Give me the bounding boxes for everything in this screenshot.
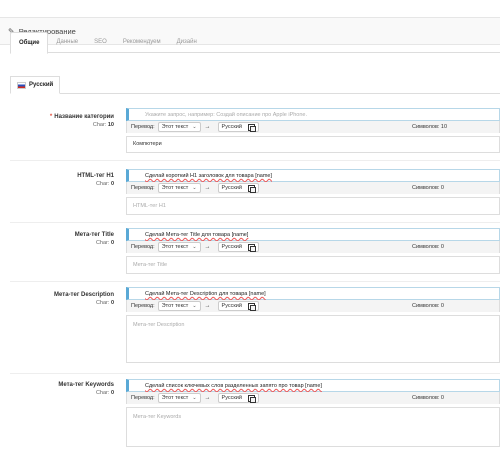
target-select[interactable]: Русский: [217, 242, 259, 252]
copy-icon[interactable]: [247, 123, 257, 132]
source-select[interactable]: Этот текст ⌄: [157, 242, 201, 252]
tab-general[interactable]: Общие: [10, 32, 49, 54]
meta-keywords-textarea[interactable]: Мета-тег Keywords: [126, 407, 500, 447]
field-label: * Название категории Char: 10: [4, 114, 114, 128]
arrow-right-icon: →: [204, 185, 211, 191]
tab-design[interactable]: Дизайн: [169, 32, 205, 52]
target-select[interactable]: Русский: [217, 393, 259, 403]
tab-data[interactable]: Данные: [48, 32, 86, 52]
language-label: Русский: [29, 82, 54, 88]
char-count: Char: 0: [95, 181, 114, 187]
translate-label: Перевод:: [131, 244, 155, 250]
translate-label: Перевод:: [131, 395, 155, 401]
field-row-meta-keywords: Мета-тег Keywords Char: 0 Сделай список …: [10, 376, 500, 450]
source-select[interactable]: Этот текст ⌄: [157, 393, 201, 403]
char-count: Char: 0: [95, 300, 114, 306]
target-select[interactable]: Русский: [217, 301, 259, 311]
arrow-right-icon: →: [204, 124, 211, 130]
arrow-right-icon: →: [204, 244, 211, 250]
chevron-down-icon: ⌄: [192, 244, 197, 250]
field-row-meta-title: Мета-тег Title Char: 0 Сделай Мета-тег T…: [10, 225, 500, 282]
h1-input[interactable]: HTML-тег H1: [126, 197, 500, 215]
symbol-count: Символов: 0: [412, 244, 444, 250]
ai-prompt-input[interactable]: Сделай Мета-тег Title для товара [name]: [126, 228, 500, 241]
field-label: HTML-тег H1 Char: 0: [4, 173, 114, 187]
char-count: Char: 0: [95, 240, 114, 246]
target-select[interactable]: Русский: [217, 183, 259, 193]
required-asterisk: *: [49, 114, 53, 120]
symbol-count: Символов: 0: [412, 395, 444, 401]
field-row-meta-description: Мета-тег Description Char: 0 Сделай Мета…: [10, 284, 500, 374]
translate-toolbar: Перевод: Этот текст ⌄ → Русский Символов:…: [126, 182, 500, 194]
field-label: Мета-тег Description Char: 0: [4, 292, 114, 306]
symbol-count: Символов: 0: [412, 185, 444, 191]
target-select[interactable]: Русский: [217, 122, 259, 132]
meta-title-input[interactable]: Мета-тег Title: [126, 256, 500, 274]
ai-prompt-input[interactable]: Сделай Мета-тег Description для товара […: [126, 287, 500, 300]
tab-language-russian[interactable]: Русский: [10, 76, 61, 94]
symbol-count: Символов: 0: [412, 303, 444, 309]
field-label: Мета-тег Title Char: 0: [4, 232, 114, 246]
char-count: Char: 10: [92, 122, 114, 128]
ai-prompt-input[interactable]: Укажите запрос, например: Создай описани…: [126, 108, 500, 121]
chevron-down-icon: ⌄: [192, 303, 197, 309]
char-count: Char: 0: [95, 390, 114, 396]
translate-toolbar: Перевод: Этот текст ⌄ → Русский Символов:…: [126, 392, 500, 404]
category-name-input[interactable]: Компютери: [126, 136, 500, 153]
field-row-h1: HTML-тег H1 Char: 0 Сделай короткий H1 з…: [10, 166, 500, 223]
language-tabs: Русский: [10, 76, 500, 94]
chevron-down-icon: ⌄: [192, 185, 197, 191]
meta-description-textarea[interactable]: Мета-тег Description: [126, 315, 500, 363]
translate-toolbar: Перевод: Этот текст ⌄ → Русский Символов:…: [126, 241, 500, 253]
source-select[interactable]: Этот текст ⌄: [157, 183, 201, 193]
ai-prompt-input[interactable]: Сделай короткий H1 заголовок для товара …: [126, 169, 500, 182]
tab-recommend[interactable]: Рекомендуем: [115, 32, 169, 52]
translate-label: Перевод:: [131, 185, 155, 191]
copy-icon[interactable]: [247, 302, 257, 311]
copy-icon[interactable]: [247, 394, 257, 403]
main-tabs: Общие Данные SEO Рекомендуем Дизайн: [10, 32, 500, 54]
symbol-count: Символов: 10: [412, 124, 448, 130]
translate-toolbar: Перевод: Этот текст ⌄ → Русский Символов:…: [126, 300, 500, 312]
source-select[interactable]: Этот текст ⌄: [157, 301, 201, 311]
copy-icon[interactable]: [247, 243, 257, 252]
chevron-down-icon: ⌄: [192, 395, 197, 401]
arrow-right-icon: →: [204, 395, 211, 401]
source-select[interactable]: Этот текст ⌄: [157, 122, 201, 132]
arrow-right-icon: →: [204, 303, 211, 309]
translate-toolbar: Перевод: Этот текст ⌄ → Русский Символов:…: [126, 121, 500, 133]
field-label: Мета-тег Keywords Char: 0: [4, 382, 114, 396]
copy-icon[interactable]: [247, 184, 257, 193]
ai-prompt-input[interactable]: Сделай список ключевых слов разделенных …: [126, 379, 500, 392]
chevron-down-icon: ⌄: [192, 124, 197, 130]
translate-label: Перевод:: [131, 124, 155, 130]
tab-seo[interactable]: SEO: [86, 32, 115, 52]
russia-flag-icon: [17, 81, 26, 89]
translate-label: Перевод:: [131, 303, 155, 309]
field-row-category-name: * Название категории Char: 10 Укажите зап…: [10, 108, 500, 161]
